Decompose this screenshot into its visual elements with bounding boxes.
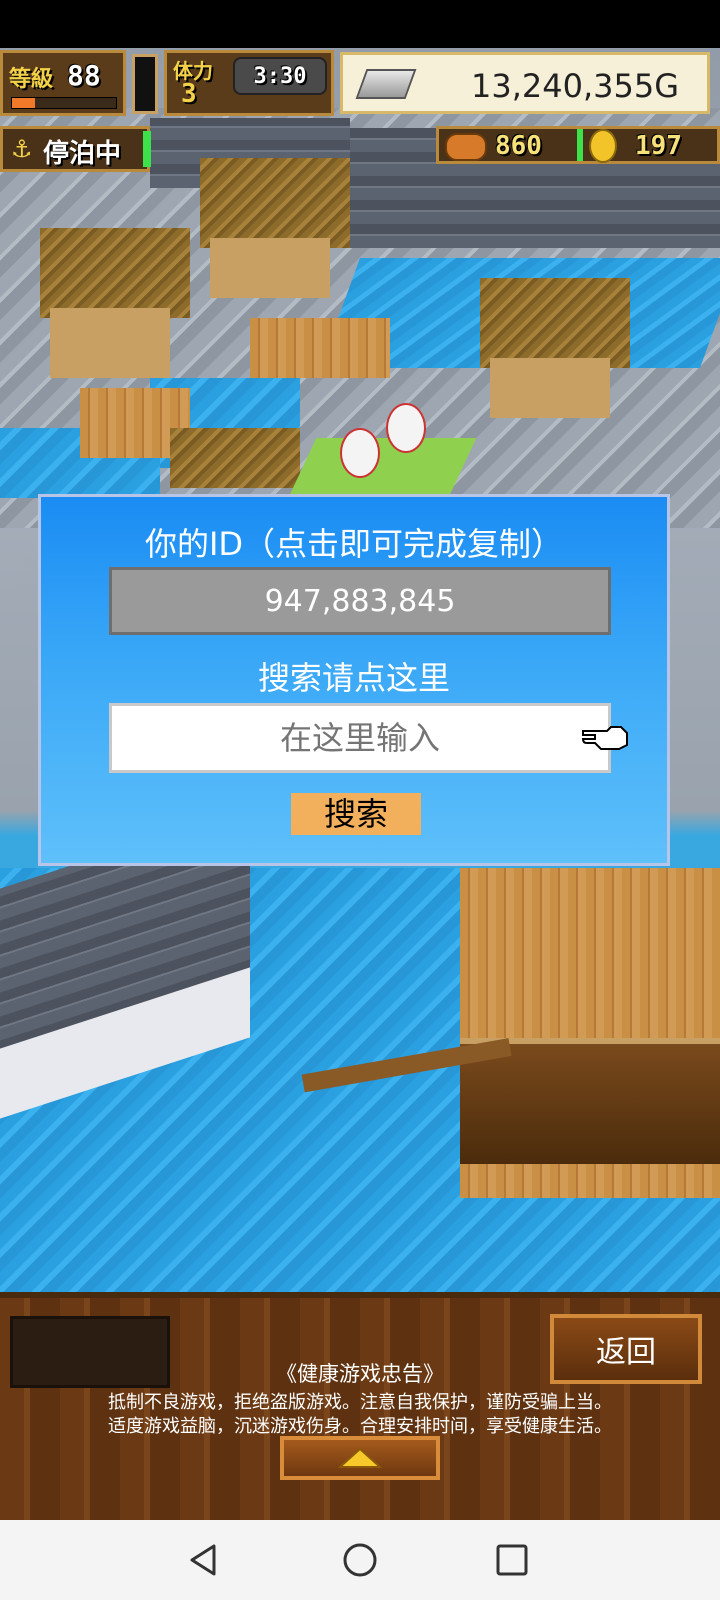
search-input[interactable]	[109, 703, 611, 773]
wooden-dock-2	[250, 318, 390, 378]
docked-status: 停泊中	[43, 139, 122, 169]
food-icon	[445, 133, 487, 161]
house-roof[interactable]	[40, 228, 190, 318]
level-label: 等級	[9, 67, 54, 92]
square-recents-icon[interactable]	[492, 1540, 532, 1580]
search-button[interactable]: 搜索	[291, 793, 421, 835]
coin-icon	[589, 129, 617, 163]
status-indicator	[143, 131, 151, 167]
search-label: 搜索请点这里	[257, 659, 450, 697]
gold-panel: 13,240,355G	[340, 52, 710, 114]
status-panel: ⚓ 停泊中	[0, 126, 151, 172]
stamina-panel: 体力 3 3:30	[164, 50, 334, 116]
house-roof-4[interactable]	[170, 428, 300, 488]
pointing-hand-icon	[581, 726, 628, 750]
stamina-gauge	[132, 54, 158, 114]
health-notice-line-1: 抵制不良游戏，拒绝盗版游戏。注意自我保护，谨防受骗上当。	[108, 1392, 612, 1413]
egg-decoration-2[interactable]	[386, 403, 426, 453]
house-roof-2[interactable]	[200, 158, 350, 248]
resource-panel: 860 197	[436, 126, 720, 164]
stamina-value: 3	[181, 79, 197, 109]
expand-menu-button[interactable]	[280, 1436, 440, 1480]
level-panel: 等級 88	[0, 50, 126, 116]
circle-home-icon[interactable]	[340, 1540, 380, 1580]
timer-box: 3:30	[233, 57, 327, 95]
id-search-dialog: 你的ID（点击即可完成复制） 947,883,845 搜索请点这里 搜索	[38, 494, 670, 866]
exp-bar-fill	[12, 98, 35, 108]
exp-bar	[11, 97, 117, 109]
gold-amount: 13,240,355G	[470, 67, 679, 105]
player-id-value: 947,883,845	[264, 583, 456, 619]
food-indicator	[577, 129, 583, 161]
house-wall	[50, 308, 170, 378]
anchor-icon: ⚓	[11, 135, 33, 163]
bottom-panel: 返回 《健康游戏忠告》 抵制不良游戏，拒绝盗版游戏。注意自我保护，谨防受骗上当。…	[0, 1292, 720, 1520]
house-wall-3	[490, 358, 610, 418]
status-bar	[0, 0, 720, 48]
timer-value: 3:30	[253, 63, 307, 89]
dialog-title: 你的ID（点击即可完成复制）	[144, 525, 564, 563]
food-amount: 860	[495, 131, 542, 161]
level-value: 88	[67, 59, 101, 92]
silver-bar-icon	[355, 69, 417, 99]
house-roof-3[interactable]	[480, 278, 630, 368]
health-notice-line-2: 适度游戏益脑，沉迷游戏伤身。合理安排时间，享受健康生活。	[108, 1416, 612, 1437]
house-wall-2	[210, 238, 330, 298]
triangle-back-icon[interactable]	[184, 1540, 224, 1580]
up-arrow-icon	[338, 1447, 382, 1468]
coin-amount: 197	[635, 131, 682, 161]
health-notice-title: 《健康游戏忠告》	[276, 1362, 444, 1386]
egg-decoration[interactable]	[340, 428, 380, 478]
player-id-copy-box[interactable]: 947,883,845	[109, 567, 611, 635]
system-nav-bar	[0, 1520, 720, 1600]
